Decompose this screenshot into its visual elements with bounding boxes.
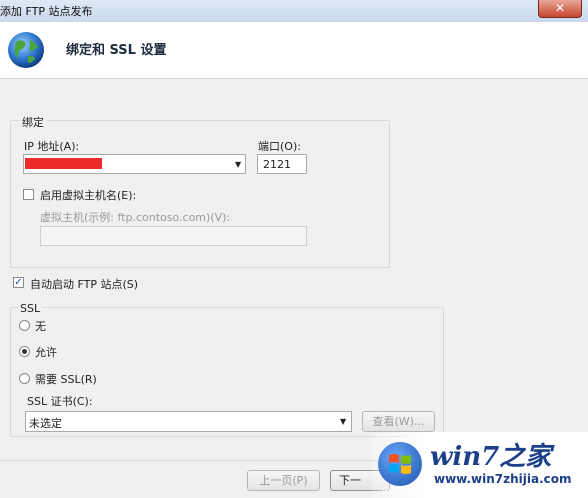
ssl-allow-label: 允许 [35, 346, 57, 359]
ip-address-dropdown[interactable]: ▼ [23, 154, 246, 174]
window-title: 添加 FTP 站点发布 [0, 5, 93, 18]
checkmark-icon: ✓ [14, 277, 23, 288]
port-label: 端口(O): [258, 140, 301, 153]
ssl-none-radio[interactable] [19, 320, 30, 331]
ssl-allow-radio[interactable] [19, 346, 30, 357]
watermark-url: www.win7zhijia.com [434, 472, 572, 486]
ip-address-label: IP 地址(A): [24, 140, 80, 153]
port-input[interactable]: 2121 [257, 154, 307, 174]
virtual-host-field-label: 虚拟主机(示例: ftp.contoso.com)(V): [40, 211, 231, 224]
redacted-ip [25, 158, 102, 169]
ssl-require-radio[interactable] [19, 373, 30, 384]
view-certificate-button[interactable]: 查看(W)... [362, 411, 435, 432]
virtual-host-input[interactable] [40, 226, 307, 246]
port-value: 2121 [263, 158, 291, 171]
chevron-down-icon: ▼ [340, 417, 347, 426]
watermark: Windows7 win7之家 www.win7zhijia.com [372, 432, 588, 498]
windows-logo-icon: Windows7 [378, 442, 423, 497]
ssl-cert-value: 未选定 [29, 417, 62, 430]
virtual-host-checkbox-label: 启用虚拟主机名(E): [40, 189, 137, 202]
binding-group-label: 绑定 [20, 114, 46, 130]
ssl-group-label: SSL [18, 302, 43, 315]
close-button[interactable]: ✕ [538, 0, 582, 18]
ssl-cert-dropdown[interactable]: 未选定 ▼ [25, 411, 352, 432]
close-icon: ✕ [554, 1, 566, 15]
radio-selected-dot [22, 349, 27, 354]
previous-button[interactable]: 上一页(P) [247, 470, 320, 491]
autostart-checkbox[interactable]: ✓ [13, 277, 24, 288]
title-bar: 添加 FTP 站点发布 ✕ [0, 0, 588, 23]
watermark-logo-text: Windows7 [382, 488, 423, 497]
watermark-brand: win7之家 [430, 442, 552, 472]
wizard-header: 绑定和 SSL 设置 [0, 22, 588, 79]
ssl-cert-label: SSL 证书(C): [27, 395, 93, 408]
chevron-down-icon: ▼ [235, 160, 242, 169]
ssl-none-label: 无 [35, 320, 46, 333]
page-title: 绑定和 SSL 设置 [66, 43, 167, 58]
virtual-host-checkbox[interactable] [23, 189, 34, 200]
ssl-require-label: 需要 SSL(R) [35, 373, 97, 386]
globe-icon [8, 32, 44, 68]
windows-flag-icon [389, 454, 411, 474]
autostart-label: 自动启动 FTP 站点(S) [30, 278, 139, 291]
